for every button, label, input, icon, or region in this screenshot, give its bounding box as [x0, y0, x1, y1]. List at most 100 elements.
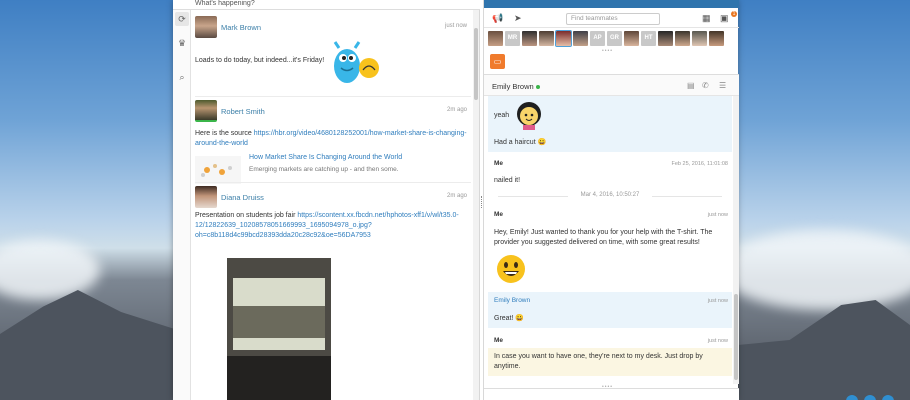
message-text: Great! 😀	[494, 315, 525, 322]
teammate-avatar[interactable]	[675, 31, 690, 46]
feed-side-rail: ⟳ ♛ ⌕	[173, 10, 191, 400]
grin-emoji	[497, 255, 525, 283]
message-text: nailed it!	[494, 177, 521, 184]
post-text-prefix: Here is the source	[195, 130, 254, 137]
teammate-search-input[interactable]: Find teammates	[566, 13, 660, 25]
avatar[interactable]	[195, 186, 217, 208]
mountain	[0, 290, 173, 400]
composer-prompt[interactable]: What's happening?	[195, 0, 255, 7]
message-sender: Me	[494, 337, 504, 344]
grid-icon[interactable]: ▦	[702, 13, 711, 24]
phone-icon[interactable]: ✆	[702, 81, 709, 90]
chat-message: Me Feb 25, 2016, 11:01:08 nailed it!	[488, 154, 732, 186]
teammate-avatar[interactable]	[488, 31, 503, 46]
video-icon[interactable]: ▤	[687, 81, 695, 90]
teammate-avatar[interactable]	[522, 31, 537, 46]
app-window: What's happening? ⟳ ♛ ⌕ Mark Brown just …	[173, 0, 739, 400]
post-link[interactable]: https://scontent.xx.fbcdn.net/hphotos-xf…	[297, 212, 458, 219]
message-text: anytime.	[494, 363, 521, 370]
notification-badge: 1	[731, 11, 737, 17]
strip-drag-handle[interactable]: ••••	[602, 48, 613, 54]
teammate-avatar[interactable]	[692, 31, 707, 46]
chat-scrollbar[interactable]	[733, 96, 739, 384]
menu-icon[interactable]: ☰	[719, 81, 726, 90]
chat-contact-name[interactable]: Emily Brown	[492, 82, 534, 91]
floating-action-button[interactable]	[864, 395, 876, 400]
teammate-avatar[interactable]: MR	[505, 31, 520, 46]
post-photo[interactable]	[227, 258, 331, 400]
post-text: Presentation on students job fair https:…	[195, 211, 459, 241]
chat-message: Emily Brown just now Great! 😀	[488, 292, 732, 328]
panel-topbar	[484, 0, 739, 8]
teammate-avatar[interactable]	[709, 31, 724, 46]
chat-message: In case you want to have one, they're ne…	[488, 348, 732, 376]
message-text: yeah	[494, 112, 510, 119]
message-time: just now	[707, 298, 728, 304]
message-time: just now	[707, 212, 728, 218]
post-text: Loads to do today, but indeed...it's Fri…	[195, 57, 325, 64]
chat-message-input[interactable]	[484, 388, 739, 400]
post-author[interactable]: Diana Druiss	[221, 193, 264, 202]
post-divider	[195, 182, 471, 183]
teammate-avatar[interactable]	[658, 31, 673, 46]
teammate-avatar[interactable]: GR	[607, 31, 622, 46]
photo-crowd	[233, 306, 325, 338]
post-link[interactable]: https://hbr.org/video/4680128252001/how-…	[254, 130, 467, 137]
cloud	[0, 240, 100, 300]
refresh-icon[interactable]: ⟳	[175, 12, 189, 26]
message-time: Feb 25, 2016, 11:01:08	[671, 161, 728, 167]
post-time: 2m ago	[446, 107, 467, 113]
mountain	[738, 300, 910, 400]
status-composer[interactable]: What's happening?	[173, 0, 480, 10]
feed-post: Diana Druiss 2m ago Presentation on stud…	[195, 186, 471, 400]
teammate-avatar[interactable]: HT	[641, 31, 656, 46]
message-text: In case you want to have one, they're ne…	[494, 353, 703, 360]
presentation-app-icon[interactable]: ▭	[490, 54, 505, 69]
message-text: provider you suggested delivered on time…	[494, 239, 700, 246]
cloud	[720, 230, 910, 310]
link-preview-description: Emerging markets are catching up - and t…	[249, 166, 399, 173]
post-link-cont[interactable]: 12/12822639_10208578051669993_1695094978…	[195, 222, 372, 229]
floating-action-button[interactable]	[846, 395, 858, 400]
teammate-avatar-selected[interactable]	[555, 30, 572, 47]
chat-message-header: Me just now	[488, 332, 732, 346]
send-icon[interactable]: ➤	[514, 13, 522, 24]
chat-scrollbar-thumb[interactable]	[734, 294, 738, 380]
megaphone-icon[interactable]: 📢	[492, 13, 503, 24]
chat-history: yeah Had a haircut 😀 Me Feb 25, 2016, 11…	[484, 96, 733, 384]
post-author[interactable]: Robert Smith	[221, 107, 265, 116]
link-preview-title[interactable]: How Market Share Is Changing Around the …	[249, 154, 402, 161]
chat-message: yeah Had a haircut 😀	[488, 96, 732, 152]
activity-stream-panel: What's happening? ⟳ ♛ ⌕ Mark Brown just …	[173, 0, 480, 400]
photo-stage	[227, 356, 331, 400]
floating-action-button[interactable]	[882, 395, 894, 400]
post-time: just now	[444, 23, 467, 29]
team-chat-panel: 📢 ➤ Find teammates ▦ ▣ 1 MR AP GR HT •••…	[483, 0, 739, 400]
chat-icon[interactable]: ▣	[720, 13, 729, 24]
teammate-avatar[interactable]: AP	[590, 31, 605, 46]
feed-scrollbar-thumb[interactable]	[474, 28, 478, 100]
message-sender: Me	[494, 160, 504, 167]
link-preview-image[interactable]	[195, 156, 241, 184]
chat-header: Emily Brown ▤ ✆ ☰	[484, 74, 739, 96]
online-status-dot	[536, 85, 540, 89]
message-sender: Me	[494, 211, 504, 218]
post-text-prefix: Presentation on students job fair	[195, 212, 298, 219]
teammate-avatar[interactable]	[573, 31, 588, 46]
teammates-strip: MR AP GR HT	[488, 30, 736, 47]
search-icon[interactable]: ⌕	[175, 70, 189, 84]
teammate-avatar[interactable]	[624, 31, 639, 46]
avatar[interactable]	[195, 100, 217, 122]
feed-post: Robert Smith 2m ago Here is the source h…	[195, 100, 471, 184]
crown-icon[interactable]: ♛	[175, 36, 189, 50]
post-author[interactable]: Mark Brown	[221, 23, 261, 32]
post-text: Here is the source https://hbr.org/video…	[195, 129, 467, 149]
mascot-sticker	[333, 41, 379, 83]
message-text: Had a haircut 😀	[494, 139, 547, 146]
message-text: Hey, Emily! Just wanted to thank you for…	[494, 229, 713, 236]
feed-scrollbar[interactable]	[473, 10, 479, 400]
post-link-cont[interactable]: around-the-world	[195, 140, 248, 147]
post-link-cont[interactable]: oh=c8b118d4c99bcd28393dda20c28c92&oe=56D…	[195, 232, 371, 239]
teammate-avatar[interactable]	[539, 31, 554, 46]
avatar[interactable]	[195, 16, 217, 38]
